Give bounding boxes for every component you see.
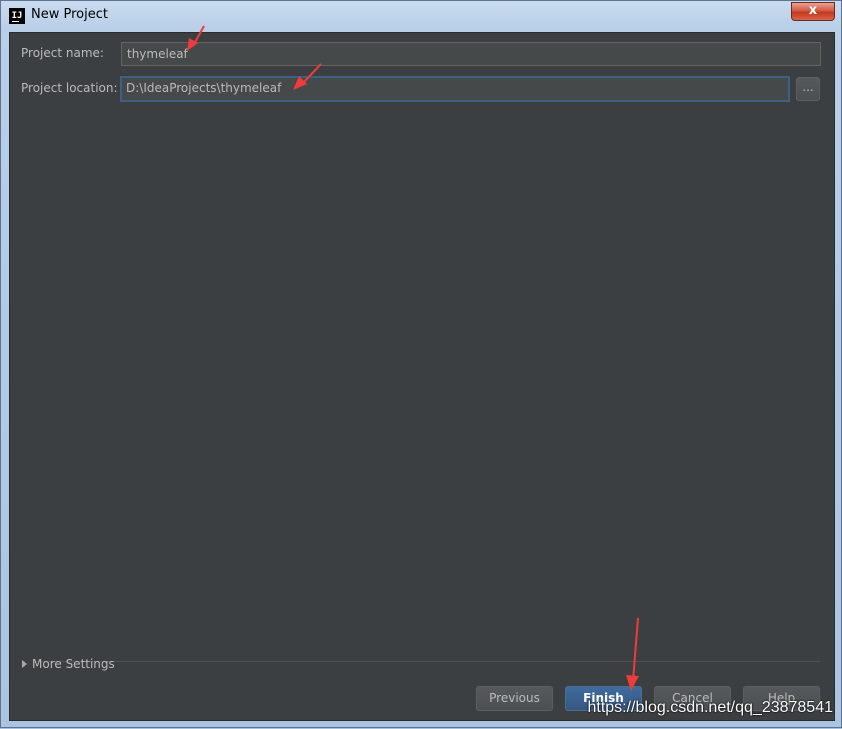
project-name-label: Project name:	[21, 46, 104, 60]
project-name-value: thymeleaf	[127, 47, 188, 61]
window-title: New Project	[31, 7, 108, 22]
new-project-window: IJ New Project x Project name: thymeleaf…	[0, 0, 842, 728]
intellij-idea-icon: IJ	[9, 8, 25, 24]
more-settings-separator	[35, 661, 820, 662]
ellipsis-icon: ...	[802, 80, 814, 94]
project-location-input[interactable]: D:\IdeaProjects\thymeleaf	[120, 76, 790, 102]
title-bar[interactable]: IJ New Project x	[1, 1, 841, 31]
browse-button[interactable]: ...	[796, 77, 820, 101]
previous-button[interactable]: Previous	[476, 686, 553, 711]
close-icon: x	[808, 3, 818, 18]
project-location-value: D:\IdeaProjects\thymeleaf	[126, 81, 282, 95]
dialog-content: Project name: thymeleaf Project location…	[9, 32, 835, 721]
project-location-label: Project location:	[21, 81, 118, 95]
close-button[interactable]: x	[791, 2, 835, 21]
expand-triangle-icon	[22, 660, 27, 668]
more-settings-toggle[interactable]: More Settings	[22, 656, 115, 672]
project-name-input[interactable]: thymeleaf	[121, 42, 821, 66]
more-settings-label: More Settings	[32, 657, 115, 671]
watermark-url: https://blog.csdn.net/qq_23878541	[587, 699, 833, 716]
